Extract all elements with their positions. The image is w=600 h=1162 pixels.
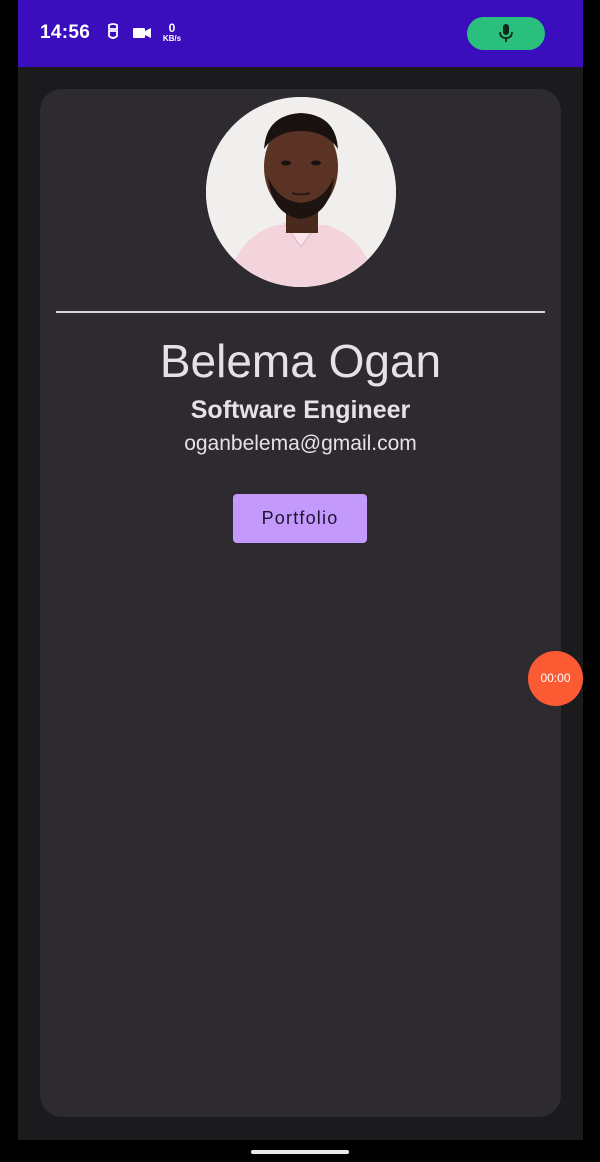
network-speed-unit: KB/s: [162, 34, 182, 43]
screen-recorder-timer[interactable]: 00:00: [528, 651, 583, 706]
avatar: [206, 97, 396, 287]
status-time: 14:56: [40, 22, 91, 43]
network-speed-indicator: 0 KB/s: [160, 22, 184, 43]
video-camera-icon: [133, 26, 151, 44]
microphone-active-pill[interactable]: [467, 17, 545, 50]
microphone-icon: [499, 24, 513, 42]
notification-tile-icon: [106, 22, 120, 47]
portfolio-button[interactable]: Portfolio: [233, 494, 367, 543]
profile-title: Software Engineer: [190, 396, 411, 424]
network-speed-value: 0: [168, 21, 176, 35]
profile-photo: [206, 97, 396, 287]
profile-name: Belema Ogan: [159, 335, 442, 387]
status-bar: 14:56 0 KB/s: [18, 0, 583, 67]
profile-card: Belema Ogan Software Engineer oganbelema…: [40, 89, 561, 1117]
home-indicator[interactable]: [251, 1150, 349, 1154]
divider: [56, 311, 545, 313]
phone-screen: 14:56 0 KB/s Belema Ogan Software Engine…: [18, 0, 583, 1140]
profile-email: oganbelema@gmail.com: [184, 432, 417, 455]
